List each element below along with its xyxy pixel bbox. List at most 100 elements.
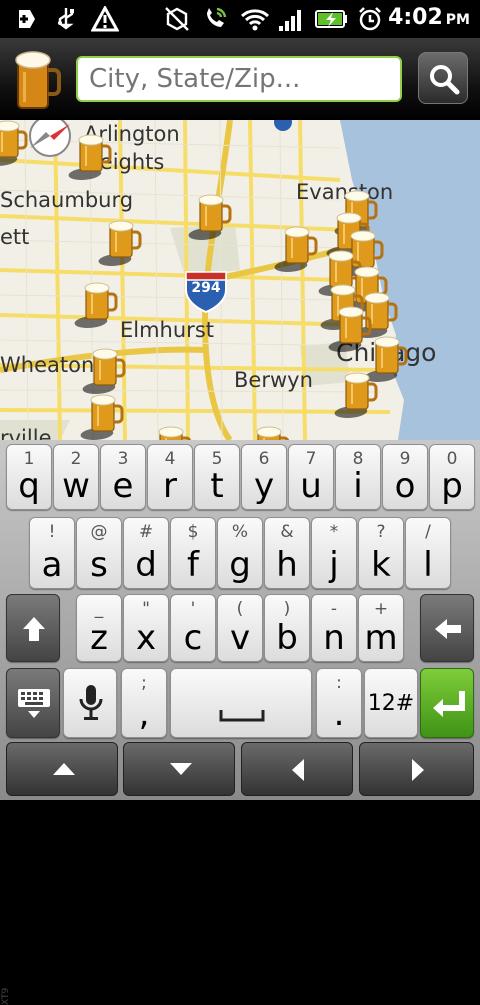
- keyboard-settings-key[interactable]: [6, 668, 60, 738]
- key-m-label: m: [364, 618, 398, 658]
- numbers-symbols-key[interactable]: 12#: [364, 668, 418, 738]
- beer-marker-icon[interactable]: [241, 425, 290, 440]
- beer-marker-icon[interactable]: [63, 133, 112, 182]
- key-t[interactable]: 5t: [194, 444, 240, 510]
- key-q[interactable]: 1q: [6, 444, 52, 510]
- left-arrow-icon: [290, 757, 306, 787]
- key-w[interactable]: 2w: [53, 444, 99, 510]
- key-period[interactable]: :.: [316, 668, 362, 738]
- up-arrow-icon: [51, 761, 77, 781]
- beer-marker-icon[interactable]: [69, 281, 118, 330]
- beer-mug-logo-icon[interactable]: [12, 50, 62, 110]
- key-period-label: .: [333, 694, 345, 734]
- key-f-label: f: [187, 545, 199, 585]
- cursor-right-key[interactable]: [359, 742, 474, 796]
- search-button[interactable]: [418, 52, 468, 104]
- key-z[interactable]: _ z: [76, 594, 122, 662]
- key-r-label: r: [163, 466, 177, 506]
- warning-icon: [90, 6, 120, 32]
- key-x[interactable]: " x: [123, 594, 169, 662]
- enter-key[interactable]: [420, 668, 474, 738]
- key-l[interactable]: / l: [405, 517, 451, 589]
- cursor-up-key[interactable]: [6, 742, 118, 796]
- microphone-icon: [78, 683, 104, 727]
- enter-arrow-icon: [431, 689, 465, 723]
- key-d-sub: #: [138, 522, 154, 542]
- key-comma[interactable]: ;,: [121, 668, 167, 738]
- key-k-label: k: [371, 545, 391, 585]
- key-h[interactable]: & h: [264, 517, 310, 589]
- wifi-icon: [240, 6, 270, 32]
- key-e[interactable]: 3e: [100, 444, 146, 510]
- key-s-sub: @: [90, 522, 108, 542]
- key-d[interactable]: # d: [123, 517, 169, 589]
- voice-input-key[interactable]: [63, 668, 117, 738]
- backspace-key[interactable]: [420, 594, 474, 662]
- key-g-sub: %: [231, 522, 249, 542]
- key-p[interactable]: 0p: [429, 444, 475, 510]
- beer-marker-icon[interactable]: [269, 225, 318, 274]
- key-c[interactable]: ' c: [170, 594, 216, 662]
- key-s-label: s: [90, 545, 108, 585]
- key-r[interactable]: 4r: [147, 444, 193, 510]
- cursor-down-key[interactable]: [123, 742, 235, 796]
- key-a[interactable]: ! a: [29, 517, 75, 589]
- space-key[interactable]: [170, 668, 312, 738]
- key-t-label: t: [210, 466, 224, 506]
- key-n[interactable]: -n: [311, 594, 357, 662]
- alarm-icon: [356, 6, 384, 32]
- key-f[interactable]: $ f: [170, 517, 216, 589]
- key-b-sub: ): [283, 599, 291, 619]
- shift-key[interactable]: [6, 594, 60, 662]
- beer-marker-icon[interactable]: [0, 120, 28, 168]
- clock: 4:02 PM: [388, 5, 470, 30]
- key-g[interactable]: % g: [217, 517, 263, 589]
- search-input[interactable]: [76, 56, 402, 102]
- key-d-label: d: [135, 545, 157, 585]
- status-bar: 4:02 PM: [0, 0, 480, 38]
- beer-marker-icon[interactable]: [77, 347, 126, 396]
- key-o[interactable]: 9o: [382, 444, 428, 510]
- key-x-sub: ": [142, 599, 150, 619]
- cursor-left-key[interactable]: [241, 742, 353, 796]
- key-s[interactable]: @ s: [76, 517, 122, 589]
- key-a-label: a: [41, 545, 63, 585]
- key-b[interactable]: ) b: [264, 594, 310, 662]
- key-c-label: c: [183, 618, 203, 658]
- key-m[interactable]: + m: [358, 594, 404, 662]
- key-v[interactable]: (v: [217, 594, 263, 662]
- beer-marker-icon[interactable]: [75, 393, 124, 440]
- key-comma-sub: ;: [141, 673, 147, 693]
- key-i[interactable]: 8i: [335, 444, 381, 510]
- beer-marker-icon[interactable]: [183, 193, 232, 242]
- usb-icon: [52, 6, 80, 32]
- beer-marker-icon[interactable]: [143, 425, 192, 440]
- key-m-sub: +: [373, 599, 389, 619]
- key-j-sub: *: [329, 522, 339, 542]
- key-v-sub: (: [236, 599, 244, 619]
- signal-icon: [276, 6, 306, 32]
- key-k[interactable]: ? k: [358, 517, 404, 589]
- key-x-label: x: [135, 618, 157, 658]
- keyboard-icon: [16, 685, 52, 725]
- key-y[interactable]: 6y: [241, 444, 287, 510]
- key-u[interactable]: 7u: [288, 444, 334, 510]
- plus-notification-icon: [12, 6, 40, 32]
- beer-marker-icon[interactable]: [359, 335, 408, 384]
- map-view[interactable]: 294 Arlington Heights Schaumburg Evansto…: [0, 120, 480, 440]
- key-n-sub: -: [330, 599, 338, 619]
- key-i-label: i: [353, 466, 363, 506]
- soft-keyboard: 1q 2w 3e 4r 5t 6y 7u 8i 9o 0p ! a @ s # d $…: [0, 440, 480, 1005]
- key-j[interactable]: * j: [311, 517, 357, 589]
- key-a-sub: !: [48, 522, 56, 542]
- key-comma-label: ,: [138, 694, 150, 734]
- shift-arrow-icon: [21, 615, 47, 647]
- key-n-label: n: [323, 618, 345, 658]
- key-h-sub: &: [280, 522, 294, 542]
- key-l-sub: /: [425, 522, 431, 542]
- key-h-label: h: [276, 545, 298, 585]
- key-v-label: v: [229, 618, 251, 658]
- beer-marker-icon[interactable]: [93, 219, 142, 268]
- xt9-label: XT9: [1, 987, 11, 1005]
- phone-call-icon: [200, 6, 230, 32]
